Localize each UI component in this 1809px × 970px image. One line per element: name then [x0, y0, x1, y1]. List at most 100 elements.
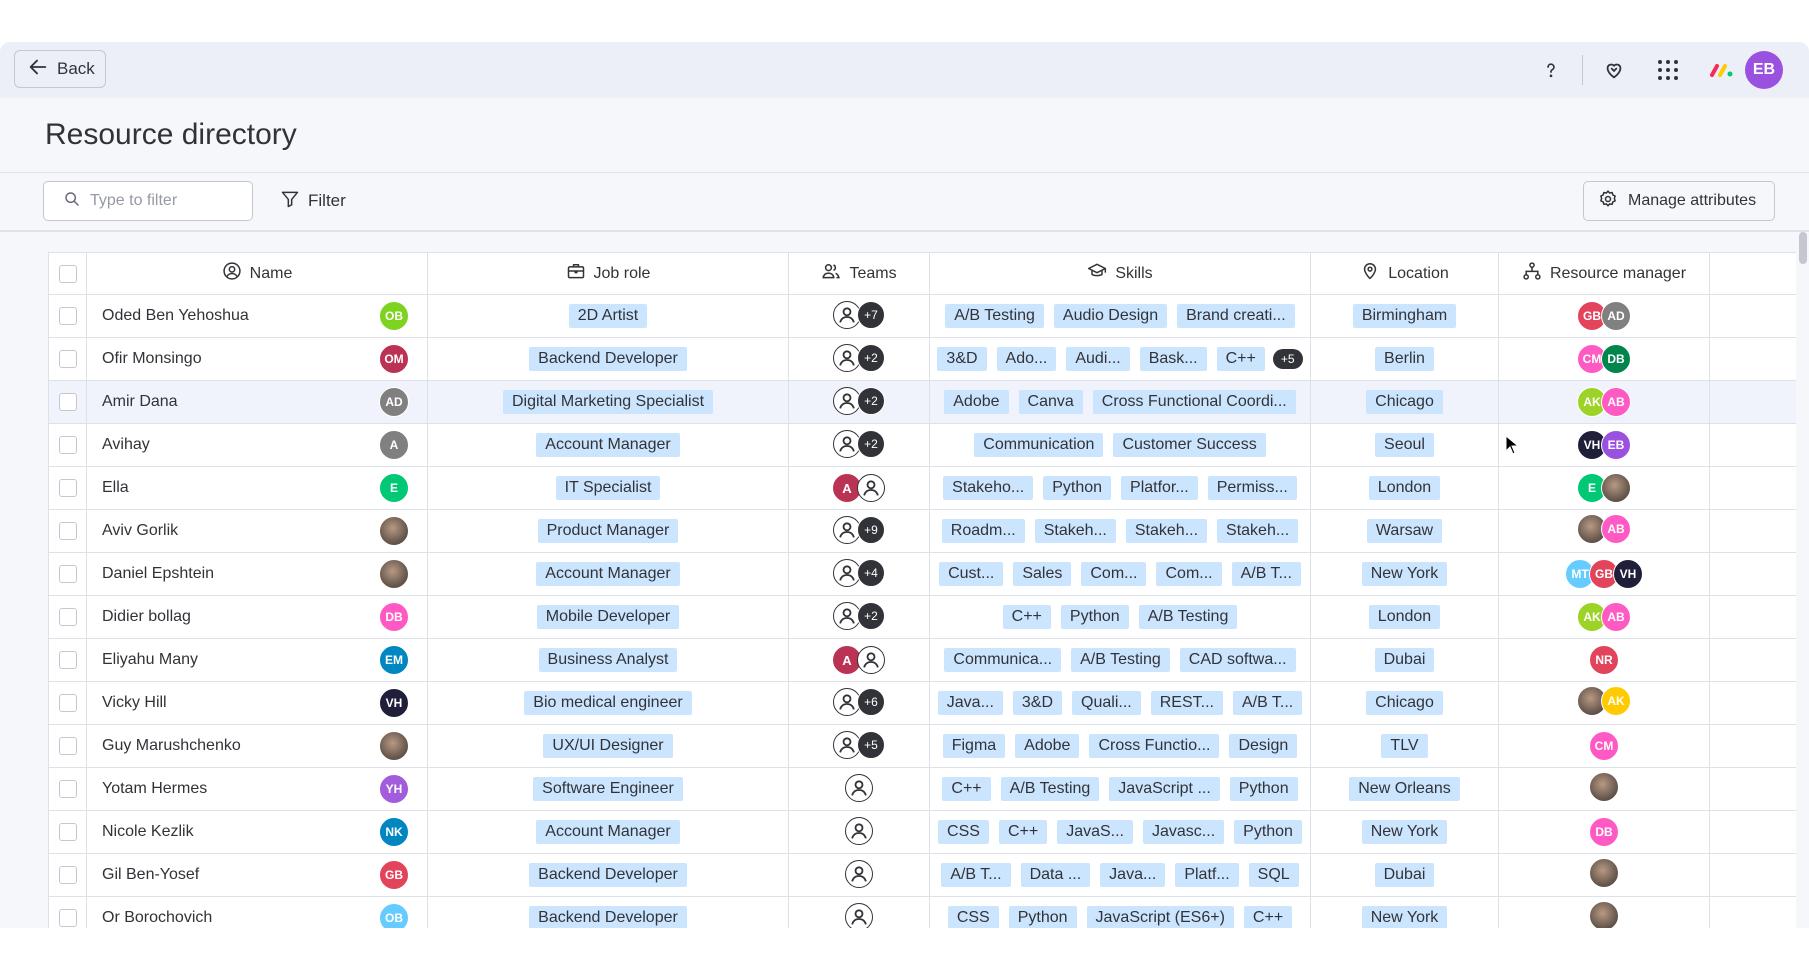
skills-cell[interactable]: A/B Testing Audio Design Brand creati... — [929, 294, 1311, 338]
skills-cell[interactable]: CSS C++ JavaS... Javasc... Python — [929, 810, 1311, 854]
teams-cell[interactable]: +2 — [788, 595, 930, 639]
manager-avatar[interactable]: VH — [1613, 559, 1643, 589]
resource-manager-cell[interactable]: AB — [1498, 509, 1710, 553]
table-row[interactable]: Ofir Monsingo OM Backend Developer +2 3&D Ado… — [48, 337, 1796, 381]
teams-cell[interactable]: +9 — [788, 509, 930, 553]
person-avatar[interactable]: YH — [379, 774, 409, 804]
teams-cell[interactable]: A — [788, 638, 930, 682]
person-name[interactable]: Yotam Hermes — [102, 780, 207, 798]
name-cell[interactable]: Nicole Kezlik NK — [86, 810, 428, 854]
location-cell[interactable]: TLV — [1310, 724, 1499, 768]
location-cell[interactable]: Dubai — [1310, 638, 1499, 682]
teams-cell[interactable]: A — [788, 466, 930, 510]
manager-avatar[interactable]: AB — [1601, 387, 1631, 417]
resource-manager-cell[interactable]: DB — [1498, 810, 1710, 854]
search-input[interactable]: Type to filter — [43, 181, 253, 221]
job-role-cell[interactable]: 2D Artist — [427, 294, 789, 338]
person-name[interactable]: Oded Ben Yehoshua — [102, 307, 249, 325]
job-role-cell[interactable]: Digital Marketing Specialist — [427, 380, 789, 424]
teams-more-count[interactable]: +2 — [857, 430, 885, 458]
row-checkbox[interactable] — [58, 436, 77, 454]
row-checkbox[interactable] — [58, 737, 77, 755]
job-role-cell[interactable]: UX/UI Designer — [427, 724, 789, 768]
row-checkbox[interactable] — [58, 694, 77, 712]
person-avatar[interactable] — [379, 516, 409, 546]
manager-avatar[interactable] — [1601, 473, 1631, 503]
row-checkbox[interactable] — [58, 565, 77, 583]
row-checkbox[interactable] — [58, 393, 77, 411]
manage-attributes-button[interactable]: Manage attributes — [1583, 181, 1775, 221]
job-role-cell[interactable]: Product Manager — [427, 509, 789, 553]
name-cell[interactable]: Ofir Monsingo OM — [86, 337, 428, 381]
name-cell[interactable]: Ella E — [86, 466, 428, 510]
name-cell[interactable]: Avihay A — [86, 423, 428, 467]
job-role-cell[interactable]: Mobile Developer — [427, 595, 789, 639]
resource-manager-cell[interactable] — [1498, 853, 1710, 897]
skills-more-count[interactable]: +5 — [1272, 349, 1303, 369]
resource-manager-cell[interactable]: CM DB — [1498, 337, 1710, 381]
name-cell[interactable]: Guy Marushchenko — [86, 724, 428, 768]
teams-cell[interactable]: +7 — [788, 294, 930, 338]
table-row[interactable]: Vicky Hill VH Bio medical engineer +6 Java..… — [48, 681, 1796, 725]
teams-cell[interactable] — [788, 810, 930, 854]
name-cell[interactable]: Oded Ben Yehoshua OB — [86, 294, 428, 338]
person-name[interactable]: Guy Marushchenko — [102, 737, 241, 755]
job-role-cell[interactable]: Backend Developer — [427, 853, 789, 897]
person-avatar[interactable]: EM — [379, 645, 409, 675]
skills-cell[interactable]: 3&D Ado... Audi... Bask... C++ +5 — [929, 337, 1311, 381]
manager-avatar[interactable]: AB — [1601, 602, 1631, 632]
location-cell[interactable]: London — [1310, 595, 1499, 639]
skills-cell[interactable]: A/B T... Data ... Java... Platf... SQL — [929, 853, 1311, 897]
job-role-cell[interactable]: Bio medical engineer — [427, 681, 789, 725]
resource-manager-cell[interactable]: E — [1498, 466, 1710, 510]
table-row[interactable]: Eliyahu Many EM Business Analyst A Communica… — [48, 638, 1796, 682]
location-cell[interactable]: New York — [1310, 810, 1499, 854]
resource-manager-cell[interactable]: NR — [1498, 638, 1710, 682]
back-button[interactable]: Back — [14, 50, 106, 88]
manager-avatar[interactable] — [1589, 771, 1619, 802]
name-cell[interactable]: Or Borochovich OB — [86, 896, 428, 928]
person-avatar[interactable] — [379, 559, 409, 589]
teams-cell[interactable]: +5 — [788, 724, 930, 768]
column-header-add[interactable] — [1709, 252, 1796, 295]
skills-cell[interactable]: Cust... Sales Com... Com... A/B T... — [929, 552, 1311, 596]
manager-avatar[interactable]: NR — [1589, 645, 1619, 675]
skills-cell[interactable]: Communica... A/B Testing CAD softwa... — [929, 638, 1311, 682]
skills-cell[interactable]: Stakeho... Python Platfor... Permiss... — [929, 466, 1311, 510]
apps-grid-icon[interactable] — [1655, 57, 1681, 83]
heart-icon[interactable] — [1601, 57, 1627, 83]
manager-avatar[interactable]: AB — [1601, 513, 1631, 544]
teams-cell[interactable] — [788, 896, 930, 928]
manager-avatar[interactable]: AD — [1601, 301, 1631, 331]
resource-manager-cell[interactable]: MT GB VH — [1498, 552, 1710, 596]
teams-more-count[interactable]: +2 — [857, 344, 885, 372]
person-name[interactable]: Ofir Monsingo — [102, 350, 202, 368]
row-checkbox[interactable] — [58, 780, 77, 798]
person-avatar[interactable]: A — [379, 430, 409, 460]
location-cell[interactable]: New York — [1310, 896, 1499, 928]
manager-avatar[interactable]: DB — [1589, 817, 1619, 847]
row-checkbox[interactable] — [58, 909, 77, 927]
table-row[interactable]: Guy Marushchenko UX/UI Designer +5 Figma Ado… — [48, 724, 1796, 768]
job-role-cell[interactable]: Backend Developer — [427, 896, 789, 928]
location-cell[interactable]: New York — [1310, 552, 1499, 596]
location-cell[interactable]: Birmingham — [1310, 294, 1499, 338]
manager-avatar[interactable] — [1589, 900, 1619, 928]
column-header-resource-manager[interactable]: Resource manager — [1498, 252, 1710, 295]
job-role-cell[interactable]: Business Analyst — [427, 638, 789, 682]
name-cell[interactable]: Aviv Gorlik — [86, 509, 428, 553]
row-checkbox[interactable] — [58, 823, 77, 841]
teams-more-count[interactable]: +5 — [857, 731, 885, 759]
row-checkbox[interactable] — [58, 651, 77, 669]
resource-manager-cell[interactable]: GB AD — [1498, 294, 1710, 338]
person-avatar[interactable]: OB — [379, 903, 409, 928]
teams-cell[interactable]: +2 — [788, 423, 930, 467]
name-cell[interactable]: Daniel Epshtein — [86, 552, 428, 596]
person-name[interactable]: Or Borochovich — [102, 909, 212, 927]
person-name[interactable]: Vicky Hill — [102, 694, 167, 712]
resource-manager-cell[interactable]: CM — [1498, 724, 1710, 768]
name-cell[interactable]: Gil Ben-Yosef GB — [86, 853, 428, 897]
skills-cell[interactable]: C++ A/B Testing JavaScript ... Python — [929, 767, 1311, 811]
person-avatar[interactable]: OM — [379, 344, 409, 374]
name-cell[interactable]: Yotam Hermes YH — [86, 767, 428, 811]
